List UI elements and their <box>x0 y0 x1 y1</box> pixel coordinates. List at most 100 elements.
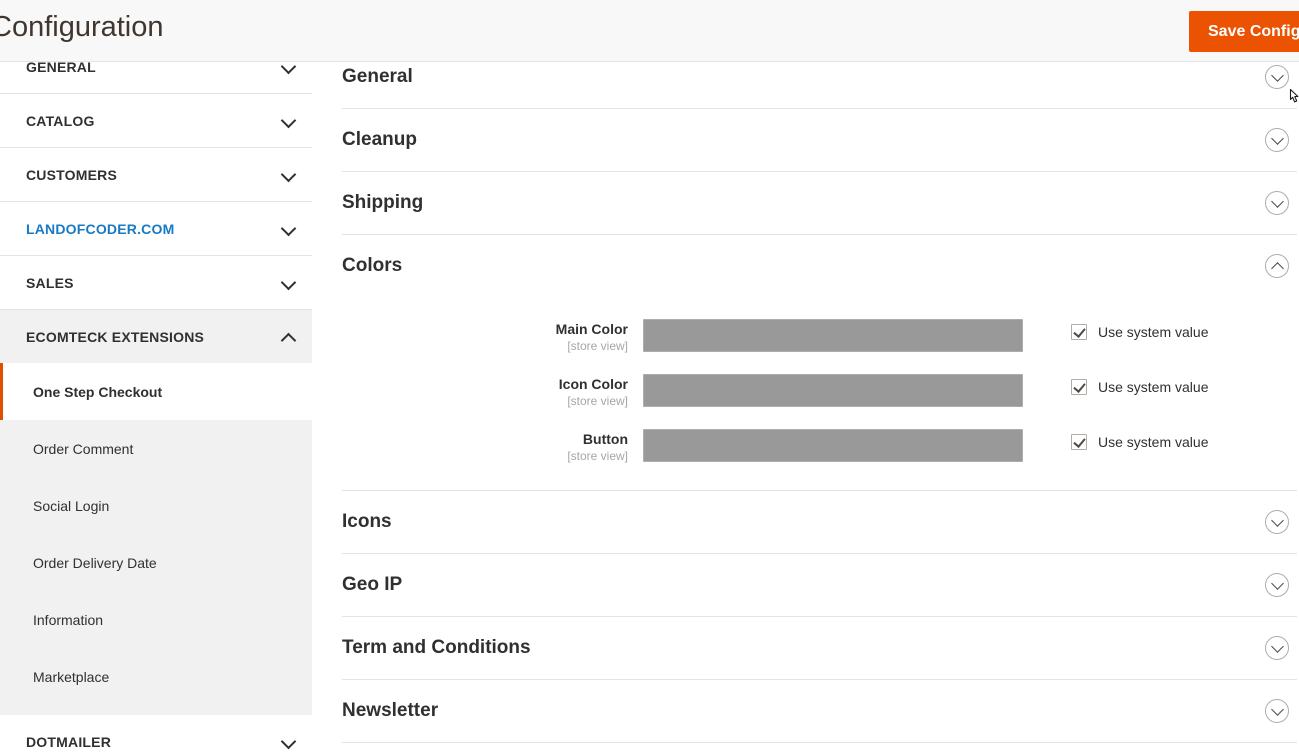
config-section-body: Main Color [store view] Use system value Ic… <box>342 297 1297 490</box>
config-section-title: Geo IP <box>342 574 403 595</box>
sidebar-section-header[interactable]: ECOMTECK EXTENSIONS <box>0 310 312 363</box>
sidebar-item-label: Social Login <box>33 497 110 514</box>
sidebar-section-label: DOTMAILER <box>26 733 112 750</box>
config-section-title: Colors <box>342 255 403 276</box>
chevron-down-icon <box>280 112 297 128</box>
config-section-colors: Colors Main Color [store view] Use system v… <box>342 235 1297 491</box>
config-sections-list: General Cleanup Shipping Colors Main Color [s… <box>342 46 1297 756</box>
config-section-title: Shipping <box>342 192 424 213</box>
use-system-value-checkbox[interactable] <box>1071 434 1087 450</box>
sidebar-item-order-comment[interactable]: Order Comment <box>0 420 312 477</box>
page-title: Configuration <box>0 11 164 43</box>
chevron-down-icon <box>280 220 297 236</box>
chevron-down-icon <box>280 274 297 290</box>
sidebar-item-label: Order Comment <box>33 440 134 457</box>
field-scope-hint: [store view] <box>567 394 628 408</box>
sidebar-section-header[interactable]: SALES <box>0 256 312 309</box>
config-section-icons: Icons <box>342 491 1297 554</box>
config-section-title: General <box>342 66 413 87</box>
sidebar-section-dotmailer: DOTMAILER <box>0 715 312 756</box>
sidebar-item-marketplace[interactable]: Marketplace <box>0 648 312 705</box>
field-row: Icon Color [store view] Use system value <box>342 374 1297 409</box>
sidebar-section-header[interactable]: LANDOFCODER.COM <box>0 202 312 255</box>
config-section-header[interactable]: Colors <box>342 235 1297 297</box>
field-label: Main Color <box>555 321 628 337</box>
field-label: Button <box>582 431 628 447</box>
page-header: Configuration Save Config <box>0 0 1299 62</box>
config-section-header[interactable]: Newsletter <box>342 680 1297 742</box>
chevron-down-circle-icon[interactable] <box>1265 191 1289 215</box>
color-picker-input[interactable] <box>643 429 1023 462</box>
save-config-button[interactable]: Save Config <box>1189 11 1299 52</box>
config-section-title: Cleanup <box>342 129 417 150</box>
use-system-value-label: Use system value <box>1098 434 1209 450</box>
field-row: Button [store view] Use system value <box>342 429 1297 464</box>
field-scope-hint: [store view] <box>567 449 628 463</box>
chevron-down-circle-icon[interactable] <box>1265 65 1289 89</box>
config-section-header[interactable]: Geo IP <box>342 554 1297 616</box>
chevron-up-icon <box>280 332 297 348</box>
config-section-header[interactable]: Back to Store <box>342 743 1297 756</box>
use-system-value-group[interactable]: Use system value <box>1071 429 1208 450</box>
color-picker-input[interactable] <box>643 374 1023 407</box>
config-section-term-and-conditions: Term and Conditions <box>342 617 1297 680</box>
sidebar-item-label: One Step Checkout <box>33 383 163 400</box>
sidebar-item-label: Information <box>33 611 104 628</box>
config-section-title: Icons <box>342 511 392 532</box>
sidebar-section-landofcoder-com: LANDOFCODER.COM <box>0 202 312 256</box>
config-section-title: Term and Conditions <box>342 637 531 658</box>
chevron-down-circle-icon[interactable] <box>1265 636 1289 660</box>
chevron-down-icon <box>280 166 297 182</box>
sidebar-item-information[interactable]: Information <box>0 591 312 648</box>
sidebar-section-label: CUSTOMERS <box>26 166 117 183</box>
config-section-cleanup: Cleanup <box>342 109 1297 172</box>
sidebar-section-label: ECOMTECK EXTENSIONS <box>26 328 205 345</box>
sidebar-section-header[interactable]: DOTMAILER <box>0 715 312 756</box>
field-label-group: Icon Color [store view] <box>342 374 643 409</box>
chevron-down-circle-icon[interactable] <box>1265 128 1289 152</box>
sidebar-item-social-login[interactable]: Social Login <box>0 477 312 534</box>
chevron-up-circle-icon[interactable] <box>1265 254 1289 278</box>
config-section-header[interactable]: Term and Conditions <box>342 617 1297 679</box>
config-section-geo-ip: Geo IP <box>342 554 1297 617</box>
configuration-page: GENERAL CATALOG CUSTOMERS LANDOFCODER.COM SA… <box>0 0 1299 756</box>
chevron-down-circle-icon[interactable] <box>1265 510 1289 534</box>
use-system-value-group[interactable]: Use system value <box>1071 319 1208 340</box>
field-label-group: Button [store view] <box>342 429 643 464</box>
chevron-down-circle-icon[interactable] <box>1265 573 1289 597</box>
config-section-header[interactable]: Icons <box>342 491 1297 553</box>
sidebar-section-header[interactable]: CUSTOMERS <box>0 148 312 201</box>
config-sidebar-nav: GENERAL CATALOG CUSTOMERS LANDOFCODER.COM SA… <box>0 40 312 756</box>
use-system-value-checkbox[interactable] <box>1071 379 1087 395</box>
sidebar-section-label: SALES <box>26 274 74 291</box>
sidebar-item-one-step-checkout[interactable]: One Step Checkout <box>0 363 312 420</box>
sidebar-section-label: CATALOG <box>26 112 95 129</box>
sidebar-item-order-delivery-date[interactable]: Order Delivery Date <box>0 534 312 591</box>
field-scope-hint: [store view] <box>567 339 628 353</box>
config-section-title: Newsletter <box>342 700 439 721</box>
sidebar-section-customers: CUSTOMERS <box>0 148 312 202</box>
chevron-down-icon <box>280 733 297 749</box>
config-section-header[interactable]: Shipping <box>342 172 1297 234</box>
field-label: Icon Color <box>558 376 628 392</box>
field-row: Main Color [store view] Use system value <box>342 319 1297 354</box>
chevron-down-circle-icon[interactable] <box>1265 699 1289 723</box>
sidebar-section-label: LANDOFCODER.COM <box>26 220 175 237</box>
use-system-value-group[interactable]: Use system value <box>1071 374 1208 395</box>
use-system-value-label: Use system value <box>1098 379 1209 395</box>
sidebar-section-sales: SALES <box>0 256 312 310</box>
sidebar-section-catalog: CATALOG <box>0 94 312 148</box>
use-system-value-label: Use system value <box>1098 324 1209 340</box>
use-system-value-checkbox[interactable] <box>1071 324 1087 340</box>
field-label-group: Main Color [store view] <box>342 319 643 354</box>
color-picker-input[interactable] <box>643 319 1023 352</box>
config-section-newsletter: Newsletter <box>342 680 1297 743</box>
sidebar-item-label: Order Delivery Date <box>33 554 157 571</box>
sidebar-section-header[interactable]: CATALOG <box>0 94 312 147</box>
sidebar-section-ecomteck-extensions: ECOMTECK EXTENSIONS One Step Checkout Orde… <box>0 310 312 715</box>
sidebar-subnav: One Step Checkout Order Comment Social Log… <box>0 363 312 715</box>
config-section-header[interactable]: Cleanup <box>342 109 1297 171</box>
sidebar-item-label: Marketplace <box>33 668 110 685</box>
config-section-back-to-store: Back to Store <box>342 743 1297 756</box>
config-section-shipping: Shipping <box>342 172 1297 235</box>
